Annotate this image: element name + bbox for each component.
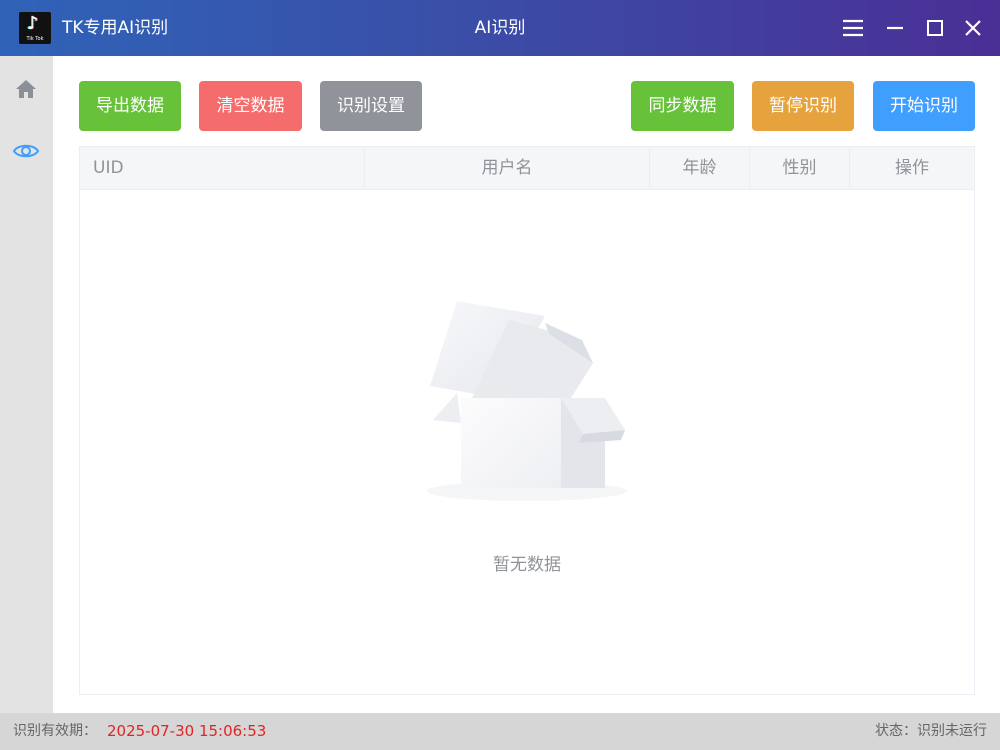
- minimize-icon: [887, 26, 903, 30]
- menu-button[interactable]: [839, 14, 867, 42]
- validity-label: 识别有效期：: [13, 723, 97, 739]
- home-icon: [16, 80, 36, 98]
- minimize-button[interactable]: [881, 14, 909, 42]
- title-bar: ♪ Tik Tok TK专用AI识别 AI识别: [0, 0, 1000, 56]
- sidebar: [0, 56, 53, 713]
- app-title: TK专用AI识别: [62, 18, 169, 38]
- clear-data-button[interactable]: 清空数据: [199, 81, 302, 131]
- export-data-button[interactable]: 导出数据: [79, 81, 181, 131]
- column-header-gender: 性别: [750, 147, 850, 189]
- sidebar-item-home[interactable]: [12, 75, 40, 103]
- empty-box-illustration: [427, 301, 627, 501]
- tiktok-note-icon: ♪: [27, 13, 39, 34]
- pause-recognition-button[interactable]: 暂停识别: [752, 81, 854, 131]
- close-button[interactable]: [959, 14, 987, 42]
- menu-icon: [843, 19, 863, 37]
- recognition-settings-button[interactable]: 识别设置: [320, 81, 422, 131]
- column-header-username: 用户名: [365, 147, 650, 189]
- data-table: UID 用户名 年龄 性别 操作 暂无数据: [79, 146, 975, 695]
- maximize-button[interactable]: [921, 14, 949, 42]
- app-logo: ♪ Tik Tok: [19, 12, 51, 44]
- maximize-icon: [927, 20, 943, 36]
- sync-data-button[interactable]: 同步数据: [631, 81, 734, 131]
- sidebar-item-recognition[interactable]: [12, 137, 40, 165]
- empty-state-text: 暂无数据: [493, 555, 561, 575]
- table-header: UID 用户名 年龄 性别 操作: [80, 147, 974, 190]
- run-status: 状态：识别未运行: [875, 723, 987, 739]
- column-header-age: 年龄: [650, 147, 750, 189]
- main-content: 导出数据 清空数据 识别设置 同步数据 暂停识别 开始识别 UID 用户名 年龄…: [53, 56, 1000, 713]
- close-icon: [965, 20, 981, 36]
- start-recognition-button[interactable]: 开始识别: [873, 81, 975, 131]
- logo-caption: Tik Tok: [26, 36, 44, 42]
- column-header-action: 操作: [895, 158, 929, 178]
- validity-date: 2025-07-30 15:06:53: [107, 722, 267, 740]
- column-header-uid: UID: [80, 147, 365, 189]
- eye-icon: [12, 144, 40, 158]
- status-bar: 识别有效期： 2025-07-30 15:06:53 状态：识别未运行: [0, 713, 1000, 750]
